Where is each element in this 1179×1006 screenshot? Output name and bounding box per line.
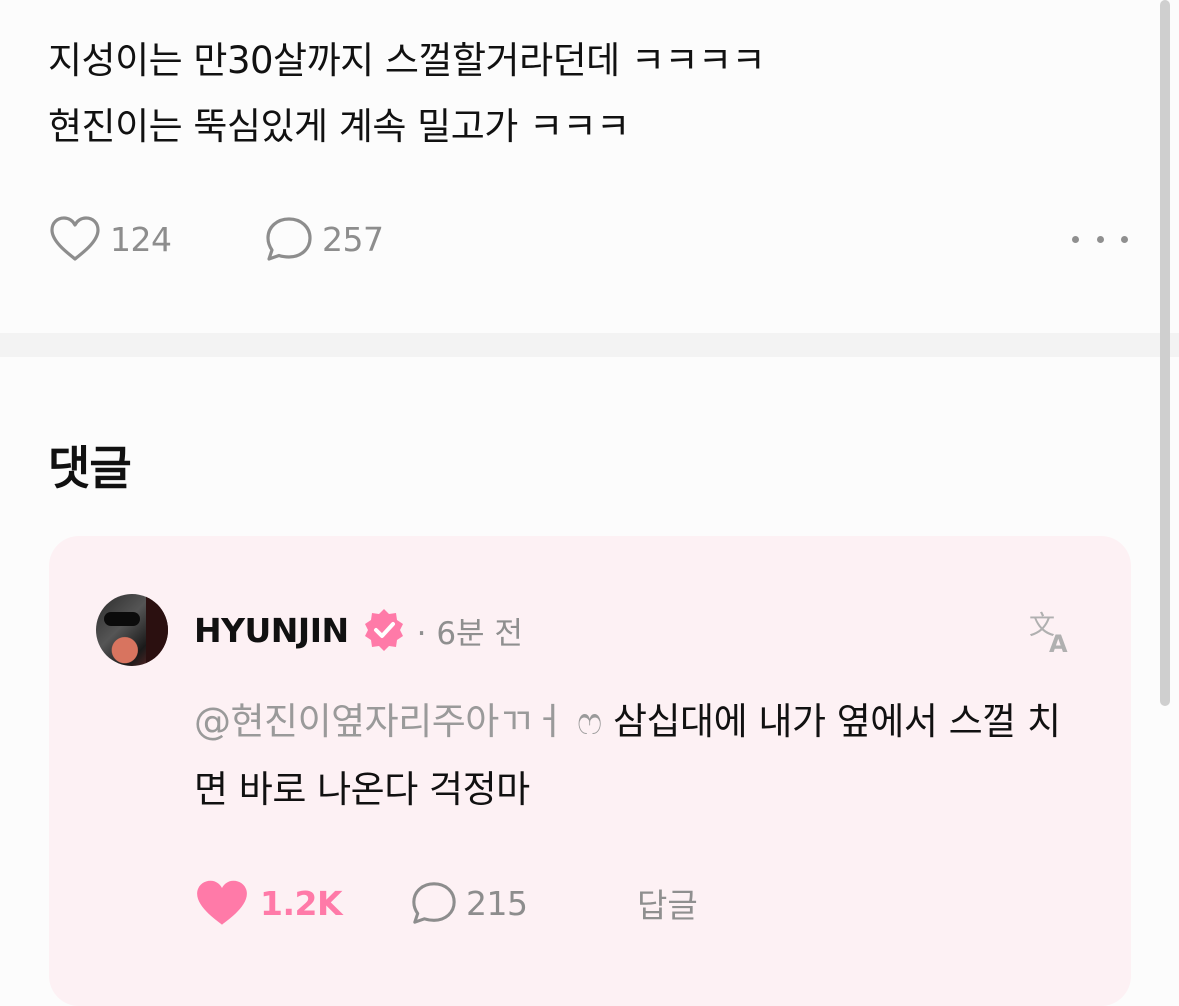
more-dot-icon bbox=[1096, 235, 1104, 243]
post-body: 지성이는 만30살까지 스껄할거라던데 ㅋㅋㅋㅋ 현진이는 뚝심있게 계속 밀고… bbox=[48, 28, 1148, 160]
comment-time: · 6분 전 bbox=[416, 615, 523, 652]
post-text-line-2: 현진이는 뚝심있게 계속 밀고가 ㅋㅋㅋ bbox=[48, 105, 630, 148]
comments-title: 댓글 bbox=[48, 441, 132, 495]
avatar[interactable] bbox=[96, 594, 168, 666]
heart-icon bbox=[50, 216, 100, 261]
heart-filled-icon bbox=[197, 880, 247, 925]
post-comment-count: 257 bbox=[322, 219, 384, 259]
section-divider bbox=[0, 333, 1179, 357]
more-options-button[interactable] bbox=[1072, 222, 1128, 256]
post-actions: 124 257 bbox=[48, 212, 1128, 266]
post-like-button[interactable]: 124 bbox=[48, 212, 172, 266]
svg-text:A: A bbox=[1049, 630, 1068, 656]
comment-like-count: 1.2K bbox=[260, 883, 343, 923]
verified-badge-icon bbox=[361, 607, 407, 653]
more-dot-icon bbox=[1121, 235, 1128, 243]
avatar-background bbox=[146, 594, 168, 666]
post-like-count: 124 bbox=[110, 219, 172, 259]
comment-author-name[interactable]: HYUNJIN bbox=[194, 611, 349, 650]
comment-reply-count: 215 bbox=[466, 883, 528, 923]
comment-like-button[interactable]: 1.2K bbox=[194, 876, 343, 930]
comment-text: @현진이옆자리주아ㄲㅓ ෆ 삼십대에 내가 옆에서 스껄 치면 바로 나온다 걱… bbox=[194, 688, 1084, 824]
post-comment-button[interactable]: 257 bbox=[264, 212, 384, 266]
mention-link[interactable]: @현진이옆자리주아ㄲㅓ ෆ bbox=[194, 700, 602, 743]
comment-reply-count-button[interactable]: 215 bbox=[410, 876, 528, 930]
post-text-line-1: 지성이는 만30살까지 스껄할거라던데 ㅋㅋㅋㅋ bbox=[48, 39, 766, 82]
comment-actions: 1.2K 215 답글 bbox=[194, 876, 894, 928]
scrollbar[interactable] bbox=[1160, 0, 1170, 706]
more-dot-icon bbox=[1072, 235, 1079, 243]
translate-icon[interactable]: 文 A bbox=[1027, 606, 1077, 658]
comment-bubble-icon bbox=[266, 217, 312, 261]
avatar-sunglasses bbox=[104, 612, 140, 626]
reply-label: 답글 bbox=[637, 886, 698, 925]
reply-button[interactable]: 답글 bbox=[637, 876, 698, 930]
comment-card: HYUNJIN · 6분 전 文 A @현진이옆자리주아ㄲㅓ ෆ 삼십대에 내가… bbox=[49, 536, 1131, 1006]
comment-bubble-icon bbox=[412, 882, 456, 924]
comment-header: HYUNJIN · 6분 전 bbox=[194, 602, 523, 658]
